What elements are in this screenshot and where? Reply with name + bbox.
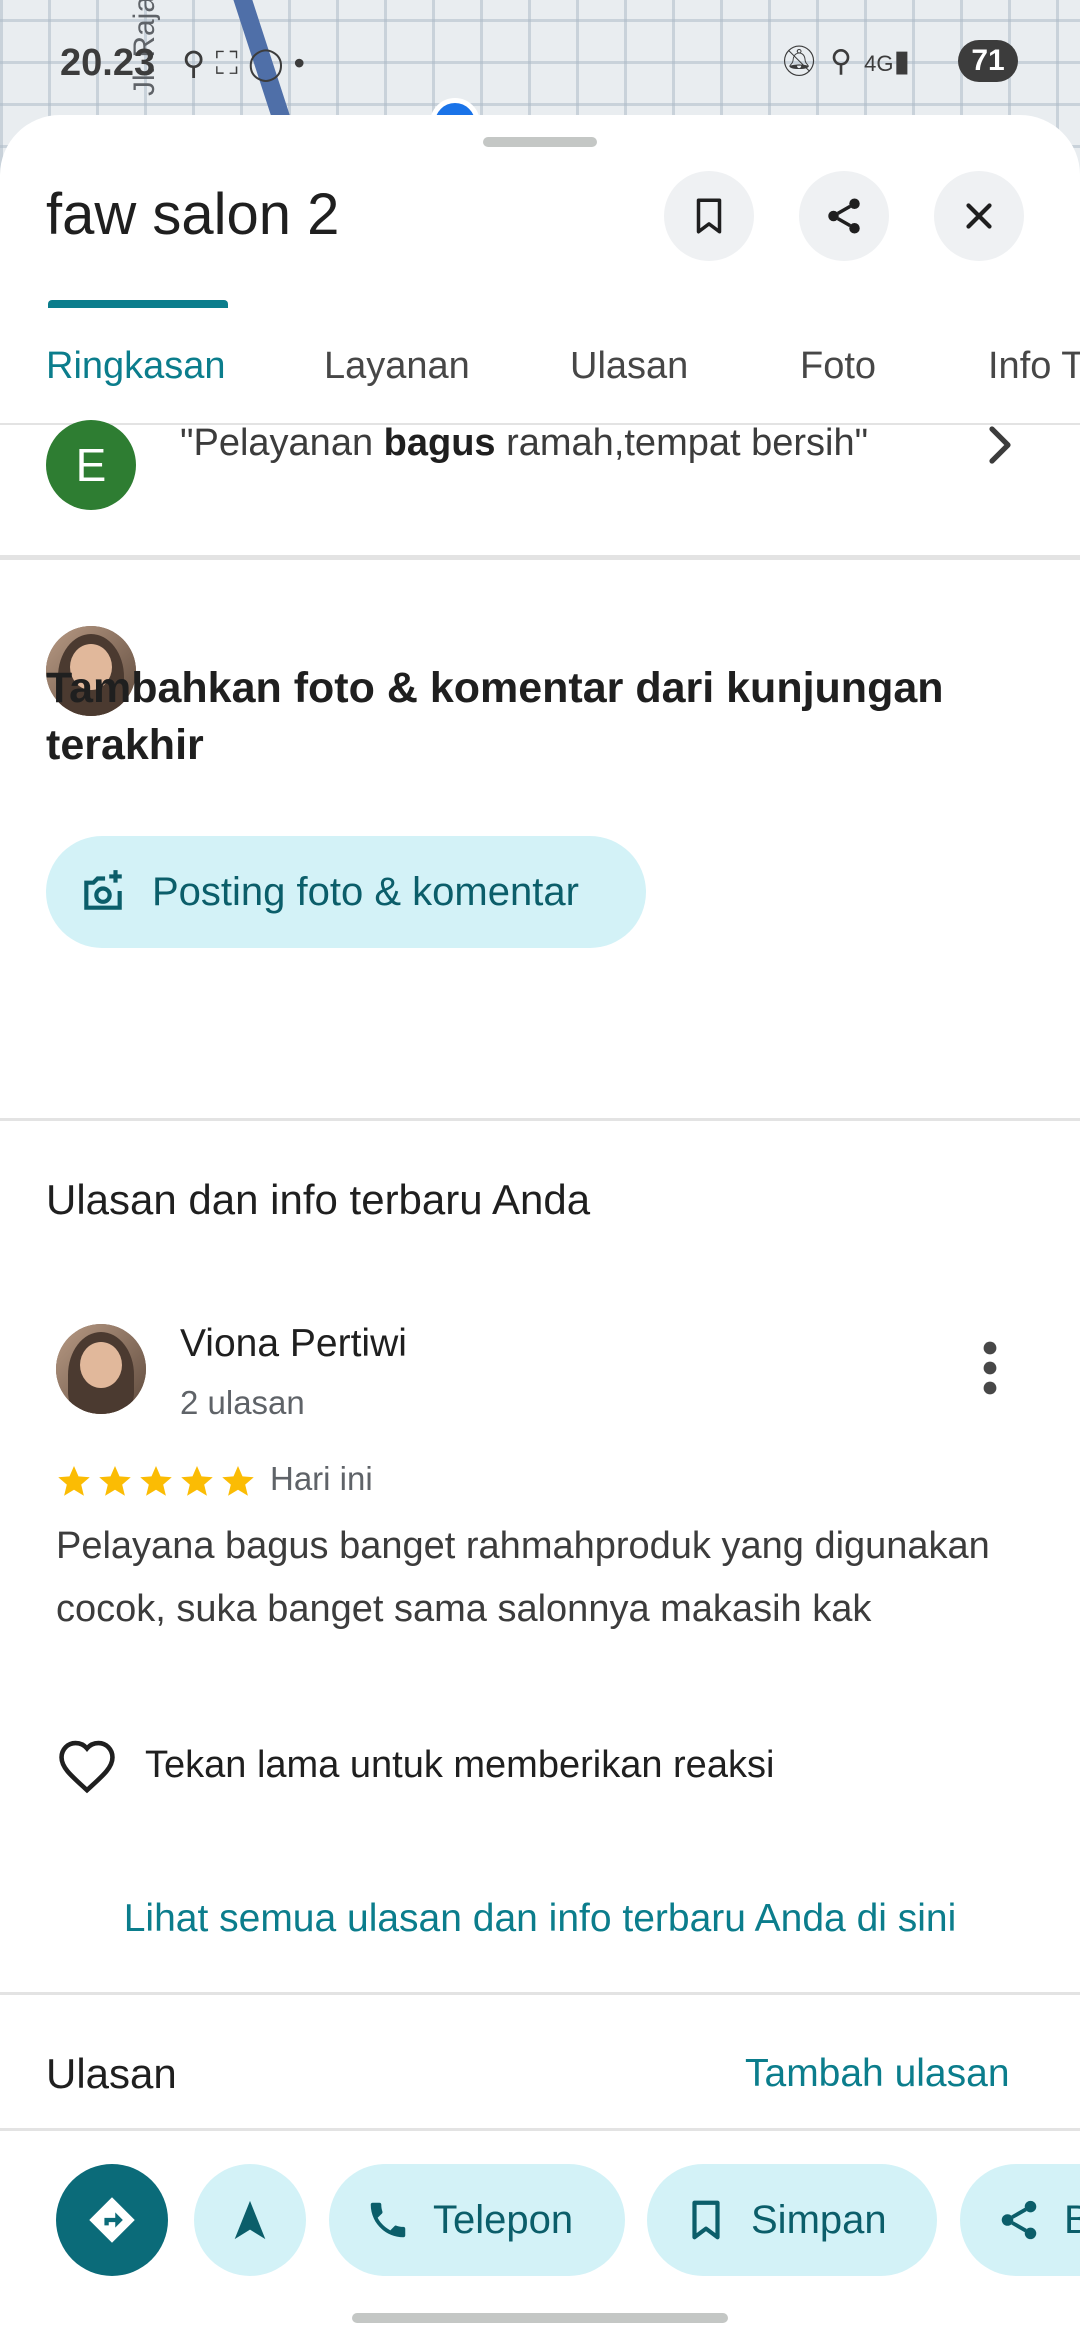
snippet-text-bold: bagus [383,422,496,464]
heart-icon[interactable] [56,1738,118,1794]
close-icon [966,203,992,229]
share-place-button[interactable] [799,171,889,261]
whatsapp-icon: ◯ [247,45,294,81]
reviewer-avatar[interactable] [56,1324,146,1414]
battery-indicator: 71 [958,40,1018,82]
more-options-icon[interactable] [970,1340,1010,1396]
reviewer-review-count: 2 ulasan [180,1384,305,1421]
place-title: faw salon 2 [46,182,340,247]
screenshot-icon: ⛶ [215,45,248,81]
notification-icons: ⚲⛶◯• [182,44,315,83]
save-label: Simpan [751,2197,887,2242]
share-label: Bagikan [1064,2198,1080,2243]
star-icon [222,1466,254,1496]
add-review-link[interactable]: Tambah ulasan [745,2052,1010,2096]
network-type: 4G [864,51,894,76]
start-navigation-button[interactable] [194,2164,306,2276]
add-photo-icon [84,870,122,910]
review-text: Pelayana bagus banget rahmahproduk yang … [56,1525,990,1630]
star-icon [58,1466,90,1496]
location-status-icon: ⚲ [830,45,865,78]
review-snippet-text: "Pelayanan bagus ramah,tempat bersih" [180,422,868,465]
gesture-nav-bar[interactable] [352,2313,728,2323]
status-time: 20.23 [60,42,156,84]
share-icon [828,198,860,234]
reviewer-name[interactable]: Viona Pertiwi [180,1322,407,1366]
section-divider [0,1118,1080,1121]
share-button[interactable]: Bagikan [960,2164,1080,2276]
star-icon [140,1466,172,1496]
reaction-hint: Tekan lama untuk memberikan reaksi [145,1744,775,1786]
post-photo-comment-button[interactable]: Posting foto & komentar [46,836,646,948]
review-snippet-row[interactable]: E "Pelayanan bagus ramah,tempat bersih" [0,300,1080,560]
add-photo-title: Tambahkan foto & komentar dari kunjungan… [46,664,944,769]
snippet-text-start: "Pelayanan [180,422,384,464]
sheet-drag-handle[interactable] [483,137,597,147]
close-button[interactable] [934,171,1024,261]
section-divider [0,555,1080,558]
phone-icon [370,2202,406,2238]
navigation-arrow-icon [234,2200,266,2240]
directions-button[interactable] [56,2164,168,2276]
your-reviews-heading: Ulasan dan info terbaru Anda [46,1176,591,1223]
call-label: Telepon [433,2197,574,2242]
call-button[interactable]: Telepon [329,2164,625,2276]
bookmark-icon [692,2200,720,2240]
system-icons: 🔕︎⚲4G▮ [780,44,922,79]
signal-icon: ▮ [893,45,922,78]
star-icon [99,1466,131,1496]
see-all-reviews-link[interactable]: Lihat semua ulasan dan info terbaru Anda… [0,1897,1080,1941]
mute-icon: 🔕︎ [780,45,831,78]
chevron-right-icon [989,426,1011,464]
star-icon [181,1466,213,1496]
save-place-button[interactable] [664,171,754,261]
reviews-heading: Ulasan [46,2050,177,2097]
post-photo-comment-label: Posting foto & komentar [152,870,579,914]
bookmark-icon [696,198,722,234]
action-bar: Telepon Simpan Bagikan [0,2128,1080,2340]
review-date: Hari ini [270,1460,373,1497]
star-rating [56,1463,256,1499]
dot-icon: • [293,45,315,81]
save-button[interactable]: Simpan [647,2164,937,2276]
directions-icon [89,2197,135,2243]
location-icon: ⚲ [182,45,216,81]
share-icon [1001,2200,1037,2240]
status-bar: 20.23 ⚲⛶◯• 🔕︎⚲4G▮ 71 [0,34,1080,90]
reviewer-avatar-letter: E [46,420,136,510]
snippet-text-end: ramah,tempat bersih" [495,422,869,464]
section-divider [0,1992,1080,1995]
